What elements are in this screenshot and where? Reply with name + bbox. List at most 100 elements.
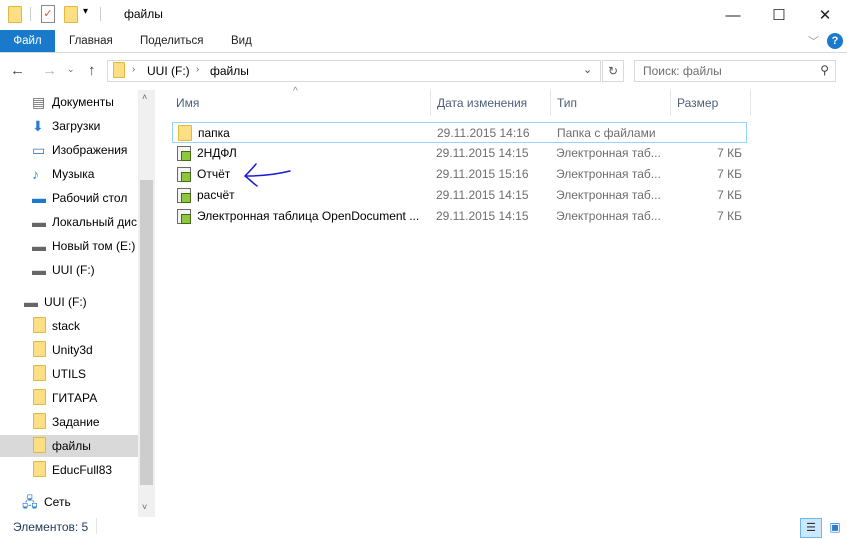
folder-icon [178,125,192,141]
breadcrumb-separator-icon: › [132,64,136,75]
sidebar-item-label: Изображения [52,143,128,157]
file-date: 29.11.2015 14:15 [436,146,529,160]
column-header-size[interactable]: Размер [677,92,718,114]
sidebar-item-label: Сеть [44,495,71,509]
file-size: 7 КБ [717,209,742,223]
address-history-chevron-icon[interactable]: ⌄ [583,63,592,76]
folder-icon [33,437,46,453]
help-icon[interactable]: ? [827,33,843,49]
sidebar-item[interactable]: ▬ Рабочий стол [0,187,138,209]
sort-ascending-icon: ^ [293,86,298,97]
tab-home[interactable]: Главная [56,30,126,52]
drive-icon: ▬ [32,262,46,278]
sidebar-item[interactable]: ♪ Музыка [0,163,138,185]
minimize-button[interactable]: — [710,0,756,30]
folder-icon [33,413,46,429]
up-arrow-icon[interactable]: ↑ [88,62,96,79]
sidebar-item-label: stack [52,319,81,333]
file-size: 7 КБ [717,146,742,160]
sidebar-item[interactable]: ▭ Изображения [0,139,138,161]
file-type: Электронная таб... [556,146,661,160]
drive-icon: ▬ [32,238,46,254]
pictures-icon: ▭ [32,142,46,158]
folder-icon [8,6,22,23]
sidebar-folder[interactable]: ГИТАРА [0,387,138,409]
handwritten-arrow-annotation [243,163,291,187]
sidebar-folder[interactable]: EducFull83 [0,459,138,481]
file-name: Отчёт [197,167,231,181]
sidebar-item-label: UUI (F:) [52,263,95,277]
column-divider[interactable] [550,90,551,116]
sidebar-item-drive[interactable]: ▬ UUI (F:) [0,291,138,313]
status-item-count: Элементов: 5 [13,520,89,534]
details-view-icon[interactable]: ☰ [800,518,822,538]
maximize-button[interactable]: ☐ [756,0,802,30]
address-bar[interactable]: › UUI (F:) › файлы ⌄ [107,60,601,82]
large-icons-view-icon[interactable]: ▣ [825,518,845,538]
column-header-name[interactable]: Имя [176,92,199,114]
expand-ribbon-chevron-icon[interactable]: ﹀ [808,33,819,49]
back-arrow-icon[interactable]: ← [10,62,25,79]
zip-folder-icon [33,461,46,477]
refresh-icon[interactable]: ↻ [602,60,624,82]
column-header-date[interactable]: Дата изменения [437,92,527,114]
recent-locations-chevron-icon[interactable]: ⌄ [67,64,75,75]
network-icon: 🖧 [22,494,38,510]
drive-icon: ▬ [24,294,38,310]
file-name: Электронная таблица OpenDocument ... [197,209,420,223]
spreadsheet-icon [177,209,191,224]
folder-icon [33,389,46,405]
divider [30,7,31,21]
sidebar-folder[interactable]: Unity3d [0,339,138,361]
spreadsheet-icon [177,146,191,161]
column-divider[interactable] [430,90,431,116]
file-row[interactable]: папка 29.11.2015 14:16 Папка с файлами [172,122,747,143]
scroll-up-icon[interactable]: ˄ [142,92,147,102]
breadcrumb-drive[interactable]: UUI (F:) [147,64,190,78]
sidebar-item-label: ГИТАРА [52,391,98,405]
file-date: 29.11.2015 14:16 [437,126,530,140]
spreadsheet-icon [177,167,191,182]
file-date: 29.11.2015 14:15 [436,209,529,223]
sidebar-item-label: EducFull83 [52,463,113,477]
file-type: Папка с файлами [557,126,656,140]
sidebar-item-label: Загрузки [52,119,101,133]
file-size: 7 КБ [717,188,742,202]
column-header-type[interactable]: Тип [557,92,577,114]
sidebar-folder[interactable]: Задание [0,411,138,433]
sidebar-item[interactable]: ▬ Локальный дис [0,211,138,233]
close-button[interactable]: ✕ [802,0,847,30]
sidebar-folder[interactable]: файлы [0,435,138,457]
new-folder-icon[interactable] [64,6,78,23]
tab-view[interactable]: Вид [218,30,265,52]
sidebar-scrollbar-thumb[interactable] [140,180,153,485]
local-disk-icon: ▬ [32,214,46,230]
properties-icon[interactable]: ✓ [41,5,55,23]
customize-toolbar-dropdown[interactable]: ▾ [83,6,88,17]
sidebar-item-label: Задание [52,415,100,429]
scroll-down-icon[interactable]: ˅ [142,502,147,512]
file-date: 29.11.2015 14:15 [436,188,529,202]
divider [0,52,847,53]
forward-arrow-icon[interactable]: → [42,62,57,79]
divider [96,518,97,534]
sidebar-item-network[interactable]: 🖧 Сеть [0,491,138,513]
sidebar-folder[interactable]: UTILS [0,363,138,385]
tab-share[interactable]: Поделиться [127,30,217,52]
sidebar-item[interactable]: ▬ UUI (F:) [0,259,138,281]
sidebar-item[interactable]: ▤ Документы [0,91,138,113]
file-name: папка [198,126,230,140]
sidebar-item-label: UUI (F:) [44,295,87,309]
tab-file[interactable]: Файл [0,30,55,52]
sidebar-item[interactable]: ▬ Новый том (E:) [0,235,138,257]
folder-icon [33,341,46,357]
search-icon[interactable]: ⚲ [820,63,829,77]
breadcrumb-folder[interactable]: файлы [210,64,249,78]
sidebar-folder[interactable]: stack [0,315,138,337]
search-input[interactable]: Поиск: файлы ⚲ [634,60,836,82]
sidebar-item-label: Новый том (E:) [52,239,136,253]
column-divider[interactable] [670,90,671,116]
file-row[interactable]: Электронная таблица OpenDocument ... 29.1… [172,206,747,227]
column-divider[interactable] [750,90,751,116]
sidebar-item[interactable]: ⬇ Загрузки [0,115,138,137]
